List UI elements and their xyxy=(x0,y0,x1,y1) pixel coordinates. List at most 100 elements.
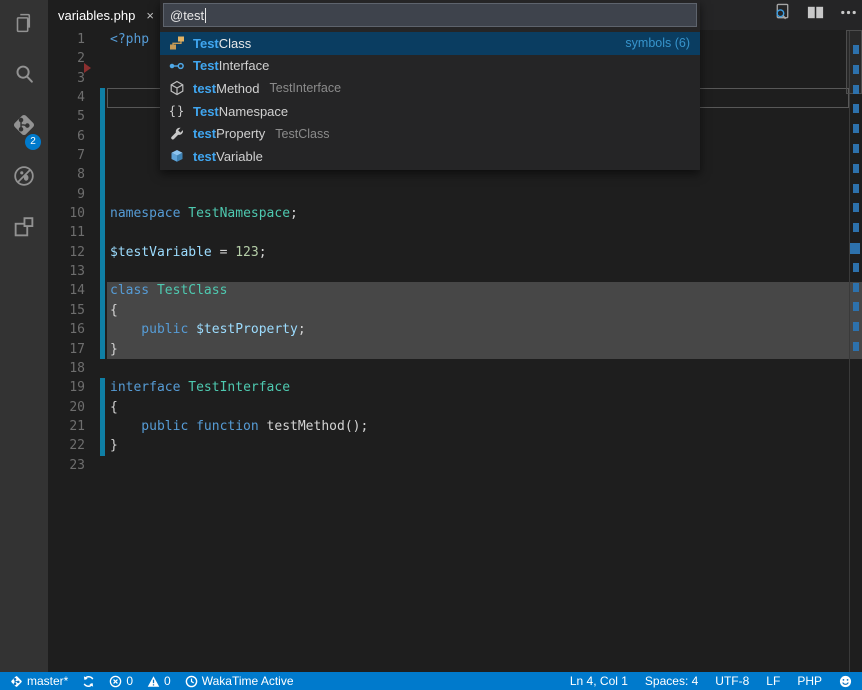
ruler-modified-mark xyxy=(853,203,859,212)
code-line[interactable]: 9 xyxy=(48,185,849,204)
quick-open-list: TestClasssymbols (6)TestInterfacetestMet… xyxy=(160,32,700,168)
code-text: { xyxy=(110,301,118,320)
code-text: public $testProperty; xyxy=(110,320,306,339)
status-warnings[interactable]: 0 xyxy=(147,674,171,688)
code-text: } xyxy=(110,436,118,455)
code-line[interactable]: 14class TestClass xyxy=(48,281,849,300)
status-bar-right: Ln 4, Col 1 Spaces: 4 UTF-8 LF PHP xyxy=(570,674,852,688)
status-warnings-label: 0 xyxy=(164,674,171,688)
line-number: 10 xyxy=(48,204,85,223)
open-preview-button[interactable] xyxy=(771,4,793,26)
line-number: 14 xyxy=(48,281,85,300)
line-number: 23 xyxy=(48,456,85,475)
more-actions-button[interactable] xyxy=(837,4,859,26)
item-label: testVariable xyxy=(193,149,263,164)
status-eol[interactable]: LF xyxy=(766,674,780,688)
status-indentation-label: Spaces: 4 xyxy=(645,674,698,688)
symbol-interface-icon xyxy=(169,58,185,74)
symbol-namespace-icon: {} xyxy=(169,103,185,119)
line-number: 11 xyxy=(48,223,85,242)
code-line[interactable]: 12$testVariable = 123; xyxy=(48,243,849,262)
code-line[interactable]: 21 public function testMethod(); xyxy=(48,417,849,436)
code-line[interactable]: 13 xyxy=(48,262,849,281)
code-text: interface TestInterface xyxy=(110,378,290,397)
activity-item-extensions[interactable] xyxy=(0,204,48,255)
line-number: 4 xyxy=(48,88,85,107)
activity-item-source-control[interactable]: 2 xyxy=(0,102,48,153)
line-number: 9 xyxy=(48,185,85,204)
status-encoding-label: UTF-8 xyxy=(715,674,749,688)
ruler-modified-mark xyxy=(853,124,859,133)
status-indentation[interactable]: Spaces: 4 xyxy=(645,674,698,688)
line-number: 8 xyxy=(48,165,85,184)
status-language[interactable]: PHP xyxy=(797,674,822,688)
status-wakatime[interactable]: WakaTime Active xyxy=(185,674,294,688)
code-line[interactable]: 23 xyxy=(48,456,849,475)
line-number: 18 xyxy=(48,359,85,378)
quick-open-item-testproperty[interactable]: testPropertyTestClass xyxy=(160,122,700,145)
status-feedback[interactable] xyxy=(839,675,852,688)
line-number: 17 xyxy=(48,340,85,359)
line-number: 21 xyxy=(48,417,85,436)
smiley-icon xyxy=(839,675,852,688)
quick-open-item-testmethod[interactable]: testMethodTestInterface xyxy=(160,77,700,100)
status-errors-label: 0 xyxy=(126,674,133,688)
ruler-modified-mark xyxy=(853,164,859,173)
ruler-modified-mark xyxy=(853,85,859,94)
ruler-modified-mark xyxy=(853,104,859,113)
code-line[interactable]: 20{ xyxy=(48,398,849,417)
debug-icon xyxy=(11,163,37,194)
symbol-variable-icon xyxy=(169,148,185,164)
code-line[interactable]: 17} xyxy=(48,340,849,359)
item-label: testProperty xyxy=(193,126,265,141)
status-git-branch[interactable]: master* xyxy=(10,674,68,688)
overview-ruler xyxy=(849,30,862,672)
error-icon xyxy=(109,675,122,688)
line-number: 16 xyxy=(48,320,85,339)
ruler-modified-mark xyxy=(850,243,860,254)
line-number: 2 xyxy=(48,49,85,68)
activity-item-explorer[interactable] xyxy=(0,0,48,51)
code-line[interactable]: 11 xyxy=(48,223,849,242)
ruler-modified-mark xyxy=(853,283,859,292)
status-bar-left: master* 0 0 WakaTime Active xyxy=(10,674,294,688)
status-encoding[interactable]: UTF-8 xyxy=(715,674,749,688)
quick-open-item-testinterface[interactable]: TestInterface xyxy=(160,55,700,78)
item-label: testMethod xyxy=(193,81,260,96)
close-icon[interactable]: × xyxy=(146,9,154,22)
status-sync[interactable] xyxy=(82,675,95,688)
code-line[interactable]: 10namespace TestNamespace; xyxy=(48,204,849,223)
code-line[interactable]: 18 xyxy=(48,359,849,378)
quick-open-input[interactable]: @test xyxy=(163,3,697,27)
activity-item-debug[interactable] xyxy=(0,153,48,204)
text-caret xyxy=(205,8,206,23)
scm-badge: 2 xyxy=(25,134,41,150)
clock-icon xyxy=(185,675,198,688)
quick-open-item-testnamespace[interactable]: {} TestNamespace xyxy=(160,100,700,123)
activity-item-search[interactable] xyxy=(0,51,48,102)
sync-icon xyxy=(82,675,95,688)
tab-variables-php[interactable]: variables.php × xyxy=(48,0,162,30)
vscode-window: { "activity_bar": { "items": [ { "id": "… xyxy=(0,0,862,690)
code-line[interactable]: 19interface TestInterface xyxy=(48,378,849,397)
code-line[interactable]: 16 public $testProperty; xyxy=(48,320,849,339)
code-line[interactable]: 22} xyxy=(48,436,849,455)
line-number: 22 xyxy=(48,436,85,455)
ruler-modified-mark xyxy=(853,302,859,311)
symbol-method-icon xyxy=(169,80,185,96)
status-git-branch-label: master* xyxy=(27,674,68,688)
code-line[interactable]: 15{ xyxy=(48,301,849,320)
quick-open-item-testvariable[interactable]: testVariable xyxy=(160,145,700,168)
code-text: public function testMethod(); xyxy=(110,417,368,436)
status-cursor-position-label: Ln 4, Col 1 xyxy=(570,674,628,688)
line-number: 12 xyxy=(48,243,85,262)
status-errors[interactable]: 0 xyxy=(109,674,133,688)
symbol-property-icon xyxy=(169,126,185,142)
warning-icon xyxy=(147,675,160,688)
quick-open-item-testclass[interactable]: TestClasssymbols (6) xyxy=(160,32,700,55)
search-icon xyxy=(11,61,37,92)
item-label: TestNamespace xyxy=(193,104,288,119)
split-editor-button[interactable] xyxy=(804,4,826,26)
ruler-modified-mark xyxy=(853,65,859,74)
status-cursor-position[interactable]: Ln 4, Col 1 xyxy=(570,674,628,688)
